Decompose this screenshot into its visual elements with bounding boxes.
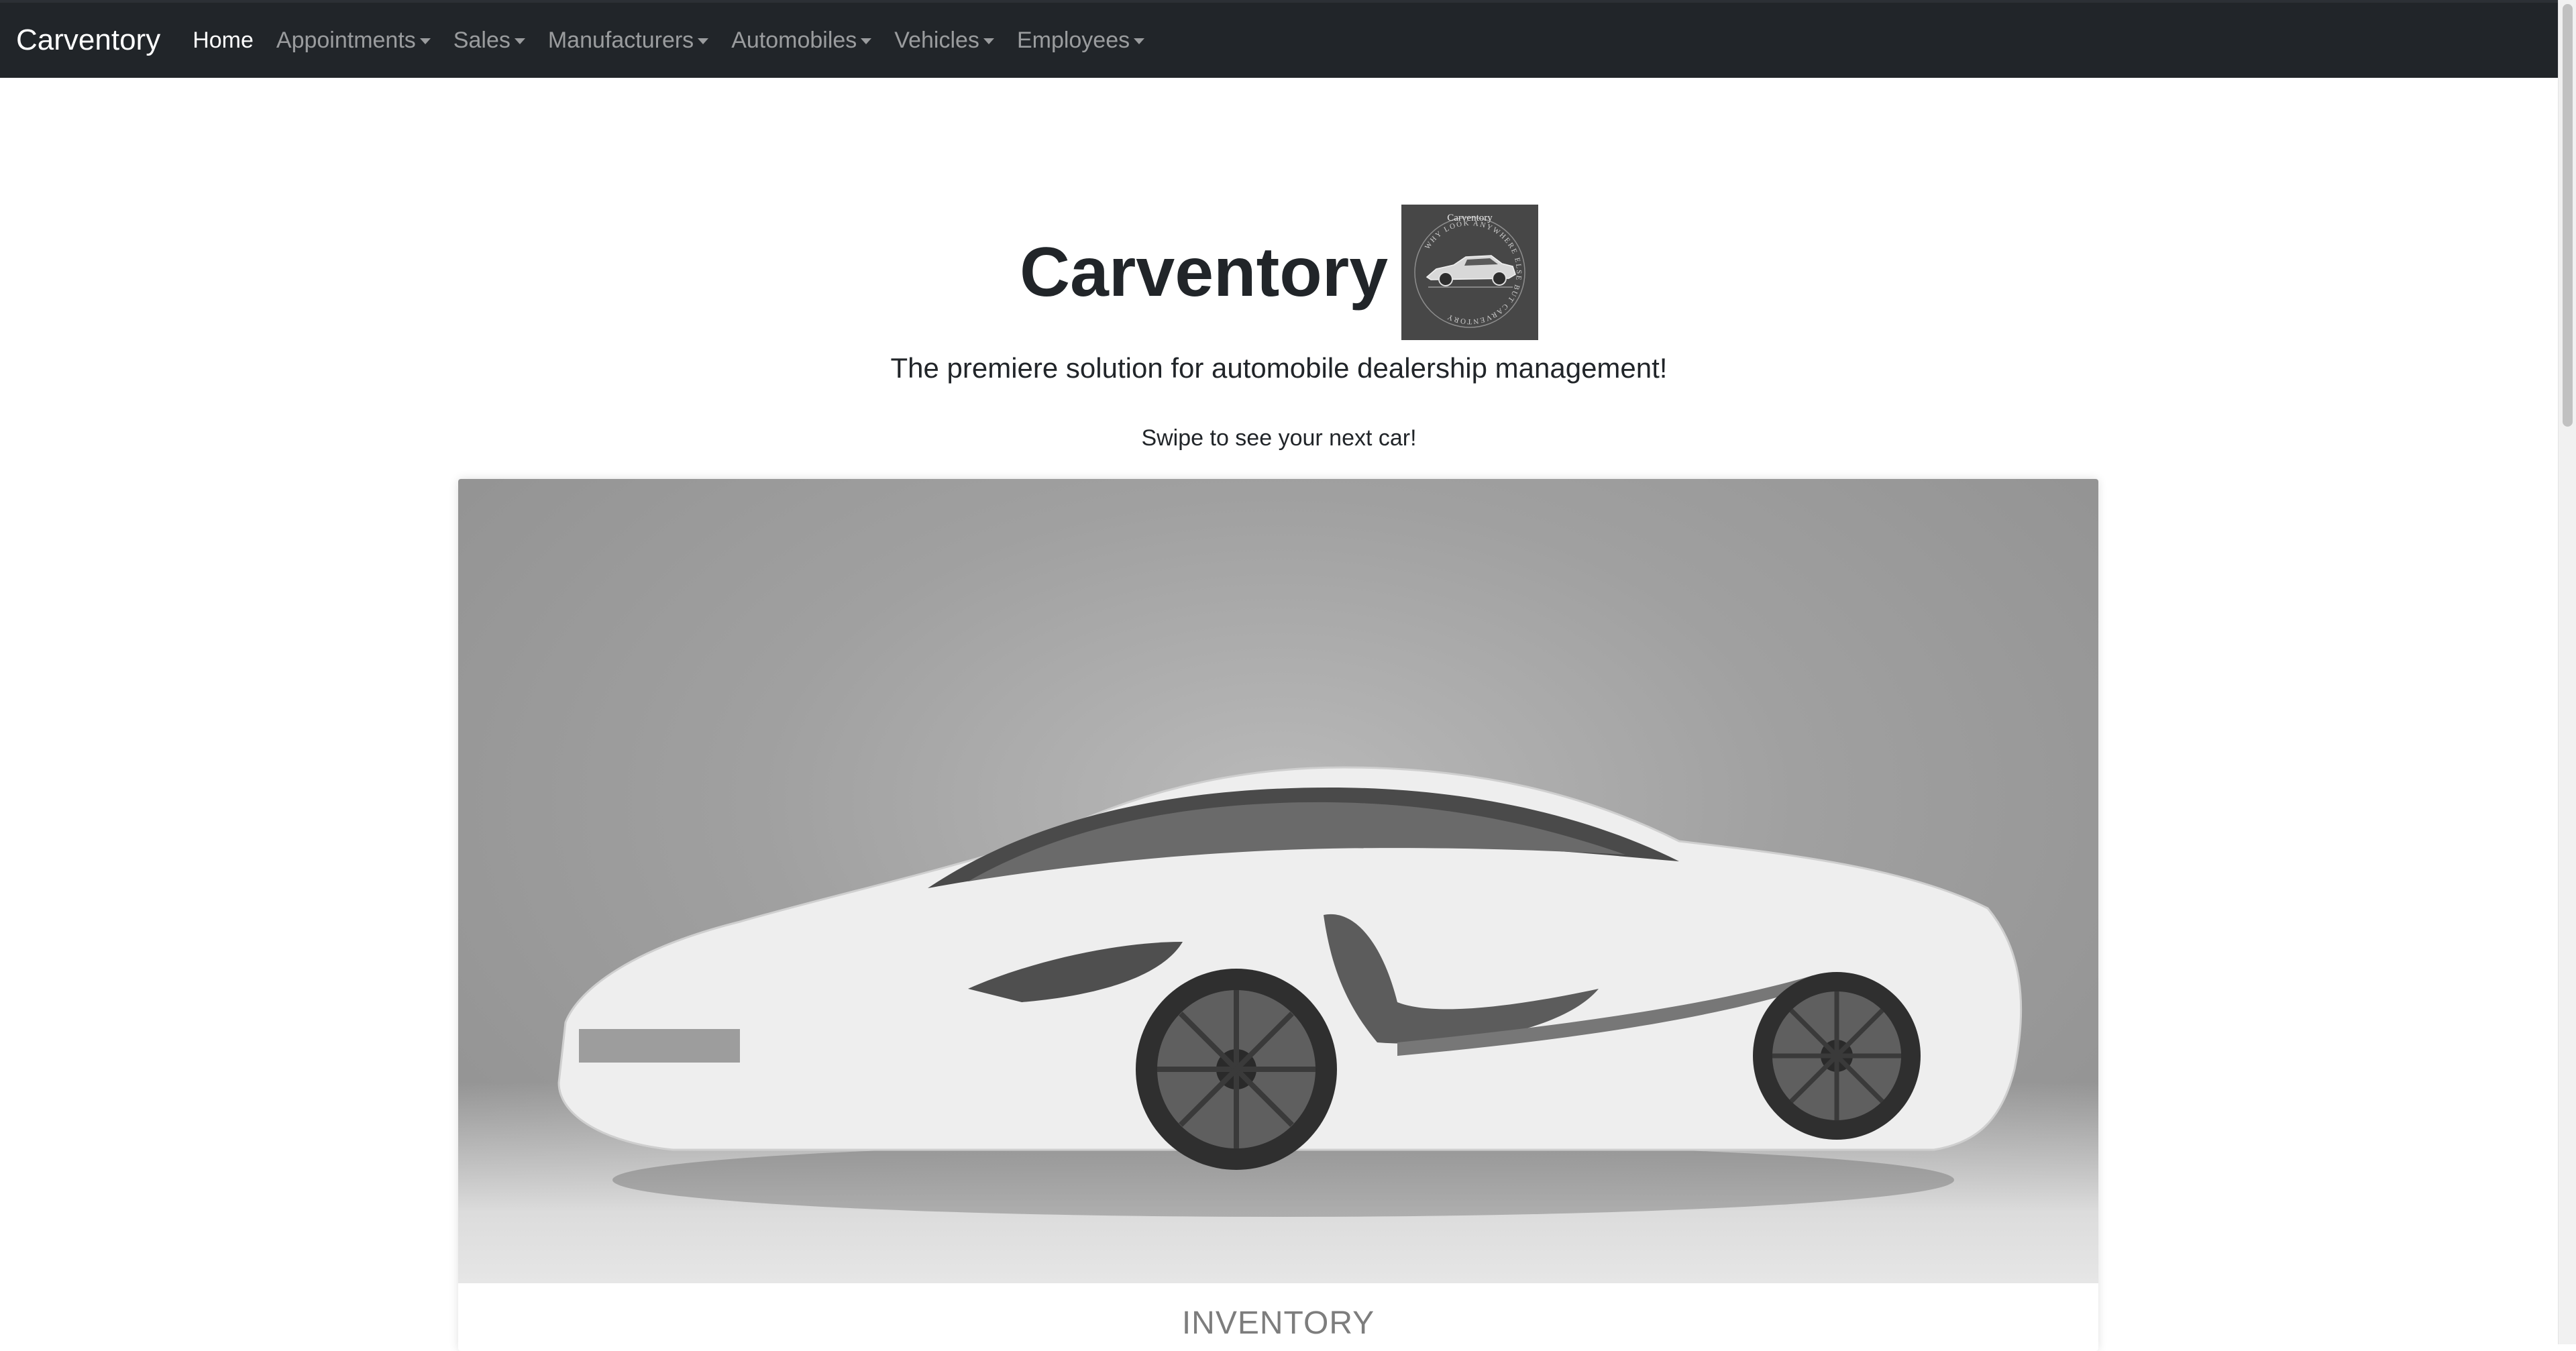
caret-down-icon (861, 38, 872, 44)
nav-employees-label: Employees (1016, 27, 1130, 53)
page-scrollbar[interactable] (2558, 0, 2576, 1344)
top-navbar: Carventory Home Appointments Sales Manuf… (0, 0, 2558, 78)
caret-down-icon (698, 38, 709, 44)
scrollbar-thumb[interactable] (2563, 4, 2573, 427)
hero-header: Carventory Carventory WHY LOOK ANYWHERE … (0, 205, 2558, 340)
car-emblem-icon: Carventory WHY LOOK ANYWHERE ELSE BUT CA… (1414, 213, 1525, 328)
caret-down-icon (514, 38, 525, 44)
nav-appointments-label: Appointments (276, 27, 416, 53)
navbar-brand[interactable]: Carventory (16, 23, 160, 57)
carousel-caption: INVENTORY (1181, 1305, 1375, 1341)
car-carousel[interactable]: INVENTORY (458, 479, 2098, 1351)
caret-down-icon (983, 38, 994, 44)
carventory-logo: Carventory WHY LOOK ANYWHERE ELSE BUT CA… (1401, 205, 1539, 340)
nav-home[interactable]: Home (193, 28, 254, 54)
nav-sales-label: Sales (453, 27, 511, 53)
nav-vehicles-dropdown[interactable]: Vehicles (894, 28, 994, 54)
swipe-hint: Swipe to see your next car! (1141, 425, 1417, 451)
nav-automobiles-dropdown[interactable]: Automobiles (731, 27, 872, 54)
carousel-slide-image[interactable] (458, 479, 2098, 1283)
white-sports-car-icon (557, 766, 2023, 1217)
nav-manufacturers-dropdown[interactable]: Manufacturers (547, 27, 709, 54)
nav-manufacturers-label: Manufacturers (547, 27, 694, 53)
caret-down-icon (1134, 38, 1145, 44)
nav-sales-dropdown[interactable]: Sales (453, 28, 525, 54)
hero-subtitle: The premiere solution for automobile dea… (890, 352, 1668, 384)
nav-employees-dropdown[interactable]: Employees (1016, 27, 1145, 54)
nav-vehicles-label: Vehicles (894, 27, 979, 53)
caret-down-icon (419, 38, 431, 44)
nav-appointments-dropdown[interactable]: Appointments (276, 28, 431, 54)
page-title: Carventory (1019, 233, 1389, 311)
nav-home-label: Home (193, 27, 254, 53)
nav-automobiles-label: Automobiles (731, 27, 857, 53)
